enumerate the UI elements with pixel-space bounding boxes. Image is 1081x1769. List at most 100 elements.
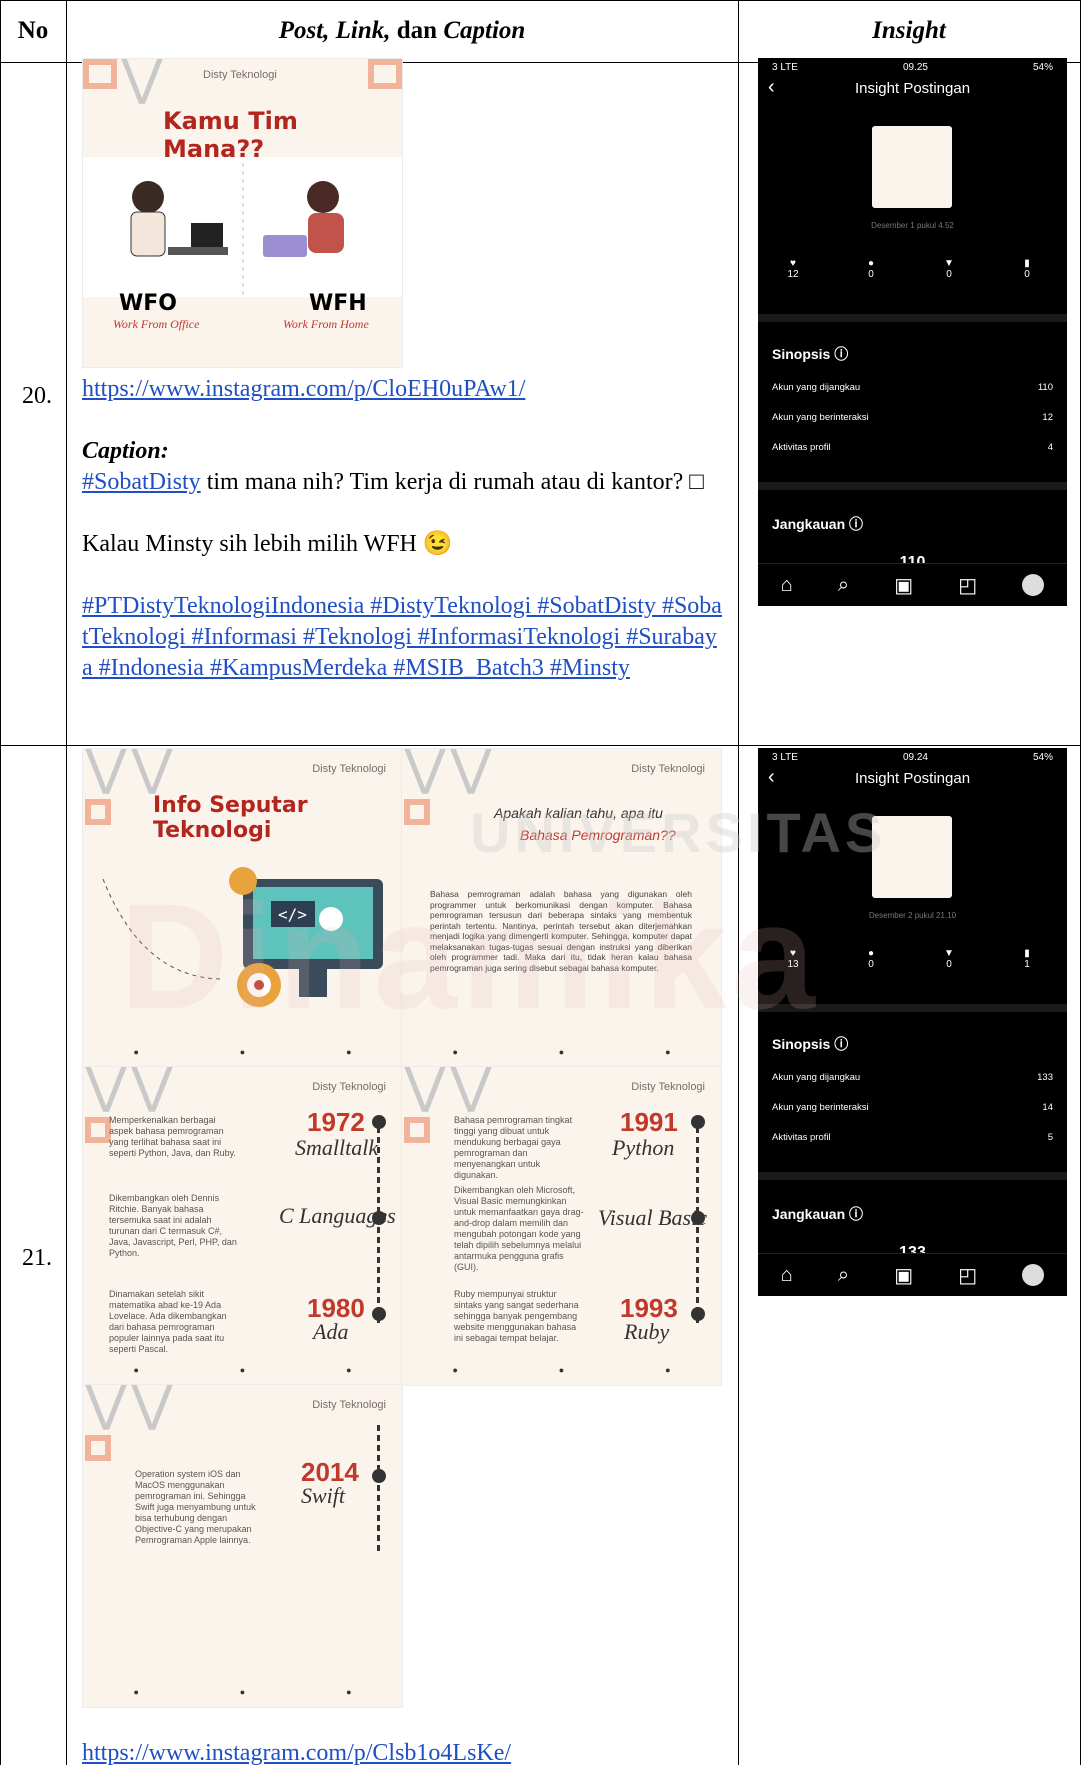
comments-stat: ● 0 <box>867 258 875 280</box>
status-bar: 3 LTE 09.25 54% <box>758 62 1067 73</box>
timeline-dot <box>691 1115 705 1129</box>
avatar[interactable] <box>1022 574 1045 596</box>
metric-value: 14 <box>1042 1102 1053 1113</box>
timeline-text: Dikembangkan oleh Dennis Ritchie. Banyak… <box>109 1193 237 1258</box>
table-divider-no <box>66 0 67 1765</box>
divider <box>758 314 1067 322</box>
timeline-language: Smalltalk <box>295 1135 379 1160</box>
brand-label: Disty Teknologi <box>203 69 277 81</box>
decor-chevron: ⋁⋁ <box>83 1384 175 1433</box>
caption-tag[interactable]: #SobatDisty <box>82 469 201 495</box>
footer-item <box>133 1047 138 1057</box>
search-icon[interactable]: ⌕ <box>838 574 849 597</box>
timeline-year: 1972 <box>307 1107 365 1137</box>
status-time: 09.24 <box>902 752 928 763</box>
comments-count: 0 <box>868 959 874 970</box>
decor-square <box>368 59 402 89</box>
metric-label: Akun yang berinteraksi <box>772 1102 869 1113</box>
metric-row: Aktivitas profil 5 <box>772 1132 1053 1143</box>
decor-chevron: ⋁⋁ <box>83 748 175 797</box>
timeline-dot <box>372 1115 386 1129</box>
brand-label: Disty Teknologi <box>312 1081 386 1093</box>
shop-icon[interactable]: ◰ <box>958 573 977 598</box>
timeline-text: Dinamakan setelah sikit matematika abad … <box>109 1289 227 1354</box>
post-thumbnail <box>872 126 952 208</box>
jangkauan-heading: Jangkauan ⓘ <box>772 1206 864 1222</box>
label-wfo-sub: Work From Office <box>113 317 200 331</box>
post-slide-3: ⋁⋁ Disty Teknologi Memperkenalkan berbag… <box>82 1066 403 1386</box>
header-insight: Insight <box>872 17 946 44</box>
caption-line-1: #SobatDisty tim mana nih? Tim kerja di r… <box>82 467 722 498</box>
post-link[interactable]: https://www.instagram.com/p/CloEH0uPAw1/ <box>82 374 722 405</box>
label-wfh-sub: Work From Home <box>283 317 369 331</box>
caption-hashtags[interactable]: #PTDistyTeknologiIndonesia #DistyTeknolo… <box>82 591 722 684</box>
footer-item <box>240 1365 245 1375</box>
decor-square <box>85 799 111 825</box>
metric-label: Akun yang berinteraksi <box>772 412 869 423</box>
comments-count: 0 <box>868 269 874 280</box>
metric-value: 4 <box>1047 442 1053 453</box>
row-number: 20. <box>22 383 52 409</box>
post-slide-5: ⋁⋁ Disty Teknologi Operation system iOS … <box>82 1384 403 1708</box>
footer-item <box>559 1047 564 1057</box>
metric-row: Akun yang berinteraksi 12 <box>772 412 1053 423</box>
reels-icon[interactable]: ▣ <box>894 573 913 598</box>
metric-value: 133 <box>1037 1072 1053 1083</box>
footer-item <box>452 1365 457 1375</box>
timeline-language: Python <box>612 1135 675 1160</box>
label-wfo: WFO <box>119 291 177 316</box>
post-link-text[interactable]: https://www.instagram.com/p/CloEH0uPAw1/ <box>82 376 525 402</box>
status-time: 09.25 <box>902 62 928 73</box>
footer-item <box>133 1365 138 1375</box>
slide-footer <box>402 1365 721 1375</box>
post-link[interactable]: https://www.instagram.com/p/Clsb1o4LsKe/ <box>82 1740 511 1766</box>
timeline-language: Ada <box>313 1319 349 1344</box>
post-date: Desember 1 pukul 4.52 <box>871 221 954 230</box>
timeline-language: C Languages <box>279 1203 396 1228</box>
label-wfh: WFH <box>309 291 367 316</box>
metric-value: 110 <box>1037 382 1053 393</box>
watermark-dinamika: Dinamika <box>120 872 819 1040</box>
header-post-link: Post, Link, <box>278 17 391 44</box>
timeline-dot <box>372 1469 386 1483</box>
timeline-dot <box>691 1307 705 1321</box>
timeline-text: Ruby mempunyai struktur sintaks yang san… <box>454 1289 579 1343</box>
post-image-wfo-wfh: ⋁ Disty Teknologi Kamu Tim Mana?? WFO WF… <box>82 58 403 368</box>
brand-label: Disty Teknologi <box>312 763 386 775</box>
header-dan: dan <box>396 17 438 44</box>
slide-1-title: Info Seputar Teknologi <box>153 793 308 843</box>
bottom-nav: ⌂ ⌕ ▣ ◰ <box>758 563 1067 606</box>
status-carrier: 3 LTE <box>772 62 798 73</box>
timeline-language: Ruby <box>624 1319 670 1344</box>
shares-stat: ▼ 0 <box>944 948 954 970</box>
home-icon[interactable]: ⌂ <box>781 1264 793 1287</box>
status-battery: 54% <box>1032 752 1053 763</box>
timeline-text: Memperkenalkan berbagai aspek bahasa pem… <box>109 1115 236 1158</box>
saves-stat: ▮ 0 <box>1024 258 1030 280</box>
decor-square <box>404 1117 430 1143</box>
home-icon[interactable]: ⌂ <box>781 574 793 597</box>
footer-item <box>665 1047 670 1057</box>
footer-item <box>346 1365 351 1375</box>
shop-icon[interactable]: ◰ <box>958 1263 977 1288</box>
decor-chevron: ⋁ <box>119 58 165 107</box>
decor-square <box>404 799 430 825</box>
divider <box>758 482 1067 490</box>
decor-square <box>85 1435 111 1461</box>
footer-item <box>133 1687 138 1697</box>
search-icon[interactable]: ⌕ <box>838 1264 849 1287</box>
avatar[interactable] <box>1022 1264 1045 1286</box>
reels-icon[interactable]: ▣ <box>894 1263 913 1288</box>
status-carrier: 3 LTE <box>772 752 798 763</box>
post-title: Kamu Tim Mana?? <box>163 107 298 163</box>
footer-item <box>559 1365 564 1375</box>
bottom-nav: ⌂ ⌕ ▣ ◰ <box>758 1253 1067 1296</box>
decor-square <box>83 59 117 89</box>
row-number: 21. <box>22 1245 52 1271</box>
metric-label: Aktivitas profil <box>772 442 831 453</box>
footer-item <box>346 1687 351 1697</box>
table-border-left <box>0 0 1 1765</box>
illustration-area <box>83 157 402 297</box>
footer-item <box>240 1687 245 1697</box>
caption-line-2: Kalau Minsty sih lebih milih WFH 😉 <box>82 531 453 557</box>
